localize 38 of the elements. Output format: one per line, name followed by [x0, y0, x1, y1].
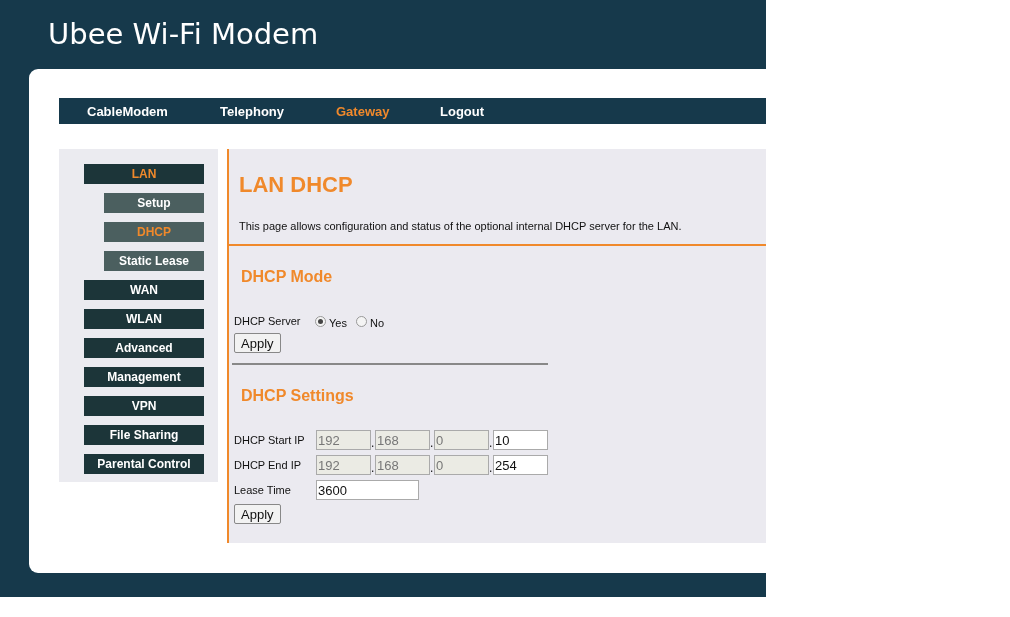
- sidebar-subitem[interactable]: Static Lease: [104, 251, 204, 271]
- sidebar-item[interactable]: VPN: [84, 396, 204, 416]
- sidebar-subitem[interactable]: Setup: [104, 193, 204, 213]
- modem-title: Ubee Wi-Fi Modem: [48, 16, 320, 53]
- octet-separator: .: [430, 461, 434, 475]
- octet-separator: .: [430, 436, 434, 450]
- nav-tab[interactable]: Logout: [440, 99, 485, 123]
- page-description: This page allows configuration and status of the optional internal DHCP server for the LAN.: [239, 220, 683, 232]
- sidebar-item[interactable]: File Sharing: [84, 425, 204, 445]
- sidebar-item[interactable]: Parental Control: [84, 454, 204, 474]
- section-heading: DHCP Mode: [241, 268, 334, 286]
- sidebar-item[interactable]: WAN: [84, 280, 204, 300]
- octet-separator: .: [371, 436, 375, 450]
- radio-button[interactable]: [315, 315, 326, 327]
- ip-octet-field[interactable]: 254: [493, 455, 548, 475]
- ip-octet-field[interactable]: 10: [493, 430, 548, 450]
- lease-time-field[interactable]: 3600: [316, 480, 419, 500]
- section-heading: DHCP Settings: [241, 387, 355, 405]
- nav-tab[interactable]: Telephony: [220, 99, 336, 123]
- radio-label: No: [369, 316, 384, 329]
- field-label: DHCP End IP: [234, 459, 303, 471]
- field-label: Lease Time: [234, 484, 292, 496]
- sidebar-item[interactable]: Advanced: [84, 338, 204, 358]
- octet-separator: .: [489, 461, 493, 475]
- apply-button[interactable]: Apply: [234, 504, 281, 524]
- sidebar-item[interactable]: Management: [84, 367, 204, 387]
- page-title: LAN DHCP: [239, 172, 354, 198]
- apply-button[interactable]: Apply: [234, 333, 281, 353]
- nav-tab[interactable]: Gateway: [336, 99, 440, 123]
- nav-tab[interactable]: CableModem: [87, 99, 220, 123]
- octet-separator: .: [371, 461, 375, 475]
- field-label: DHCP Server: [234, 315, 302, 327]
- field-label: DHCP Start IP: [234, 434, 306, 446]
- radio-label: Yes: [329, 316, 347, 329]
- radio-button[interactable]: [355, 315, 367, 327]
- sidebar-item[interactable]: WLAN: [84, 309, 204, 329]
- octet-separator: .: [489, 436, 493, 450]
- sidebar-item[interactable]: LAN: [84, 164, 204, 184]
